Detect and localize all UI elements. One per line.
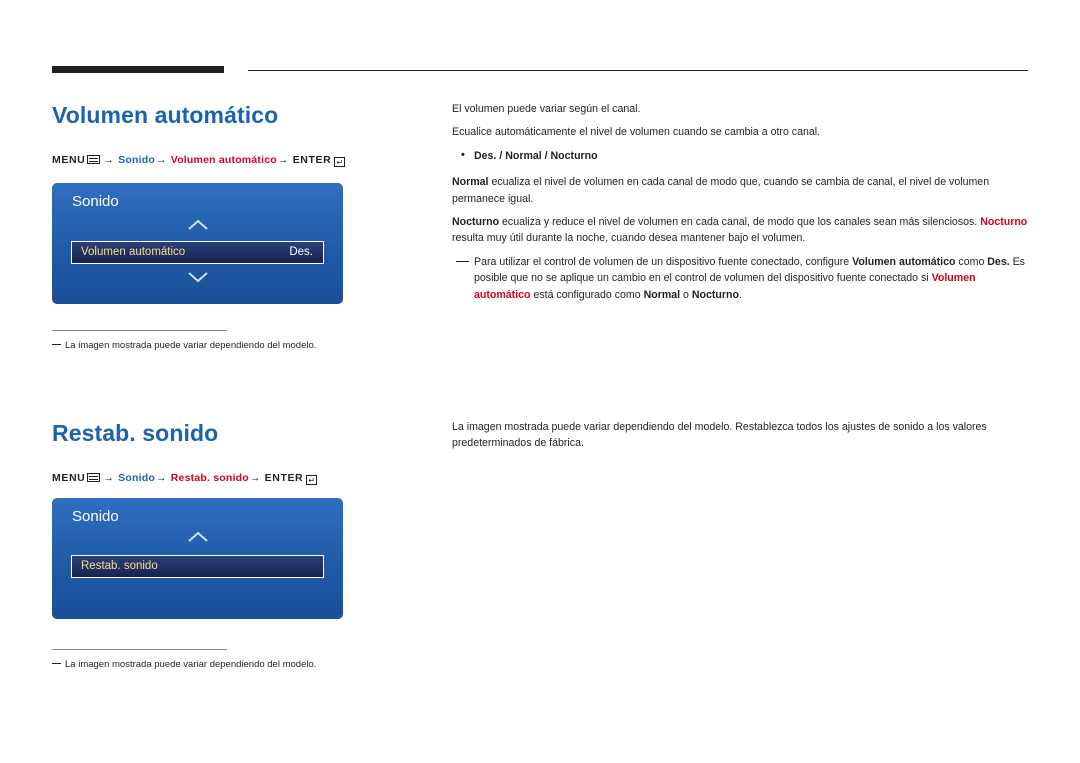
body1-p4-mid: ecualiza y reduce el nivel de volumen en… xyxy=(499,216,981,229)
menu-path-restab-sonido: MENU → Sonido→ Restab. sonido→ ENTER ↵ xyxy=(52,472,318,485)
header-rule-thin xyxy=(248,70,1028,71)
menu-path-menu-label: MENU xyxy=(52,154,86,166)
menu-path-arrow-5: → xyxy=(155,472,167,484)
menu-path-item-sonido: Sonido xyxy=(118,154,155,166)
section-title-restab-sonido: Restab. sonido xyxy=(52,420,219,446)
body1-note-h: Normal xyxy=(643,288,681,301)
body1-p3-rest: ecualiza el nivel de volumen en cada can… xyxy=(452,176,990,205)
footnote-rule-1 xyxy=(52,330,227,331)
footnote-rule-2 xyxy=(52,649,227,650)
chevron-down-icon[interactable] xyxy=(187,271,209,283)
footnote-dash-icon xyxy=(52,663,61,664)
enter-key-icon: ↵ xyxy=(334,156,346,167)
footnote-2-text: La imagen mostrada puede variar dependie… xyxy=(65,659,317,670)
body1-note-a: Para utilizar el control de volumen de u… xyxy=(474,255,853,268)
menu-path-volumen-automatico: MENU → Sonido→ Volumen automático→ ENTER ↵ xyxy=(52,154,346,167)
section-title-volumen-automatico: Volumen automático xyxy=(52,102,279,128)
body1-p2: Ecualice automáticamente el nivel de vol… xyxy=(452,126,821,139)
osd-row-restab-sonido[interactable]: Restab. sonido xyxy=(71,555,324,578)
osd-preview-sonido-1: Sonido Volumen automático Des. xyxy=(52,183,343,304)
osd-row-value-1: Des. xyxy=(289,246,313,258)
body1-note-b: Volumen automático xyxy=(852,255,956,268)
chevron-up-icon[interactable] xyxy=(187,219,209,231)
menu-path-arrow-2: → xyxy=(155,154,167,166)
body1-p1: El volumen puede variar según el canal. xyxy=(452,103,641,115)
body-text-volumen-automatico: El volumen puede variar según el canal. … xyxy=(452,101,1030,303)
osd-row-label-1: Volumen automático xyxy=(81,246,186,258)
menu-path-arrow-4: → xyxy=(103,472,115,484)
menu-path-enter-label-2: ENTER xyxy=(264,472,304,484)
body1-p3: Normal ecualiza el nivel de volumen en c… xyxy=(452,174,1030,207)
footnote-dash-icon xyxy=(52,344,61,345)
body1-bullet-options: Des. / Normal / Nocturno xyxy=(452,147,1030,164)
body1-p4: Nocturno ecualiza y reduce el nivel de v… xyxy=(452,214,1030,247)
osd-title-1: Sonido xyxy=(72,193,119,210)
osd-title-2: Sonido xyxy=(72,508,119,525)
body1-note-g: está configurado como xyxy=(530,288,644,301)
body-text-restab-sonido: La imagen mostrada puede variar dependie… xyxy=(452,419,1030,459)
body1-note-k: . xyxy=(738,288,742,301)
body1-p4-bold1: Nocturno xyxy=(452,216,500,229)
menu-path-item-volumen-automatico: Volumen automático xyxy=(170,154,277,166)
osd-row-volumen-automatico[interactable]: Volumen automático Des. xyxy=(71,241,324,264)
body1-note-i: o xyxy=(680,288,692,301)
body1-p4-rest: resulta muy útil durante la noche, cuand… xyxy=(452,232,806,245)
body1-p4-bold2: Nocturno xyxy=(980,216,1028,229)
chevron-up-icon[interactable] xyxy=(187,531,209,543)
menu-grid-icon xyxy=(87,155,101,164)
osd-row-label-2: Restab. sonido xyxy=(81,560,158,572)
note-dash-icon xyxy=(456,260,469,262)
osd-preview-sonido-2: Sonido Restab. sonido xyxy=(52,498,343,619)
body1-note-c: como xyxy=(955,255,988,268)
menu-path-arrow-3: → xyxy=(277,154,289,166)
header-rule-thick xyxy=(52,66,224,73)
body1-note-d: Des. xyxy=(987,255,1010,268)
menu-path-item-restab-sonido: Restab. sonido xyxy=(170,472,249,484)
footnote-1-text: La imagen mostrada puede variar dependie… xyxy=(65,340,317,351)
menu-grid-icon xyxy=(87,473,101,482)
footnote-1: La imagen mostrada puede variar dependie… xyxy=(52,340,316,351)
body2-p1: La imagen mostrada puede variar dependie… xyxy=(452,421,987,450)
body1-note-j: Nocturno xyxy=(691,288,739,301)
menu-path-enter-label: ENTER xyxy=(292,154,332,166)
enter-key-icon: ↵ xyxy=(306,474,318,485)
footnote-2: La imagen mostrada puede variar dependie… xyxy=(52,659,316,670)
menu-path-menu-label-2: MENU xyxy=(52,472,86,484)
menu-path-item-sonido-2: Sonido xyxy=(118,472,155,484)
document-page: Volumen automático MENU → Sonido→ Volumen… xyxy=(0,0,1080,763)
body1-note: Para utilizar el control de volumen de u… xyxy=(452,254,1030,303)
menu-path-arrow-6: → xyxy=(249,472,261,484)
body1-p3-bold: Normal xyxy=(452,176,489,189)
menu-path-arrow-1: → xyxy=(103,154,115,166)
